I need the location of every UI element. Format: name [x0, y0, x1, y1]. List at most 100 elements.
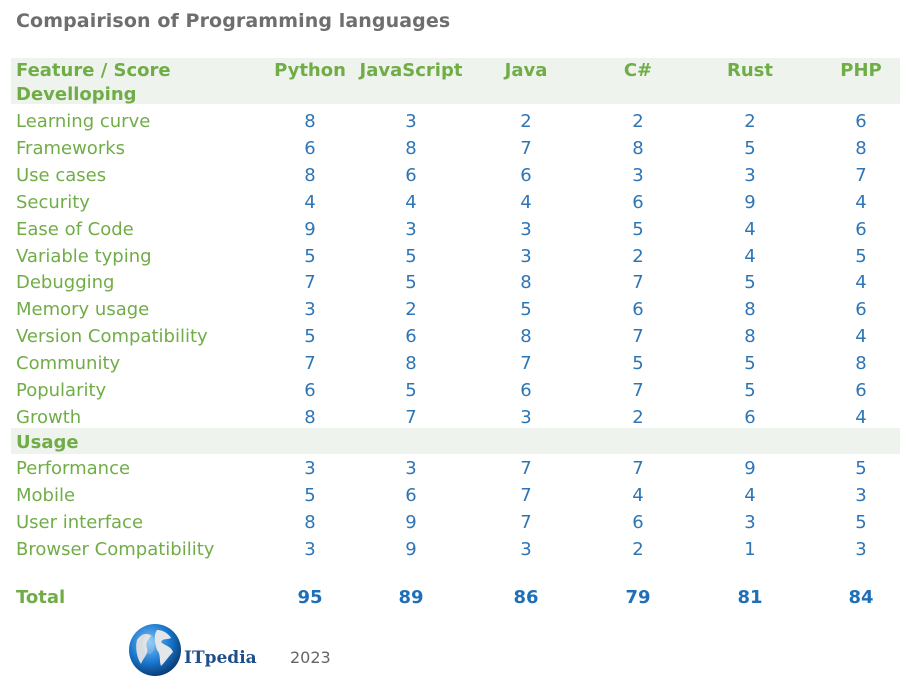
score-csharp: 7 — [632, 380, 644, 401]
feature-label: Version Compatibility — [16, 326, 208, 348]
score-rust: 6 — [744, 406, 756, 428]
score-rust: 5 — [744, 137, 756, 159]
feature-score-header: Feature / Score — [16, 60, 171, 81]
score-csharp: 2 — [632, 406, 644, 428]
feature-label: Frameworks — [16, 137, 126, 159]
table-row: User interface 8 9 7 6 3 5 — [0, 509, 900, 536]
feature-label: User interface — [16, 511, 144, 533]
score-java: 7 — [520, 458, 532, 479]
score-javascript: 6 — [405, 326, 417, 348]
score-python: 6 — [304, 137, 316, 159]
table-row: Variable typing 5 5 3 2 4 5 — [0, 243, 900, 270]
globe-icon — [127, 622, 187, 678]
score-java: 3 — [520, 406, 532, 428]
score-javascript: 6 — [405, 164, 417, 186]
score-rust: 5 — [744, 380, 756, 401]
score-python: 3 — [304, 299, 316, 321]
table-row: Growth 8 7 3 2 6 4 — [0, 404, 900, 431]
feature-label: Variable typing — [16, 245, 152, 267]
table-row: Version Compatibility 5 6 8 7 8 4 — [0, 323, 900, 350]
score-php: 5 — [855, 245, 867, 267]
score-javascript: 8 — [405, 137, 417, 159]
score-python: 7 — [304, 272, 316, 294]
score-csharp: 2 — [632, 245, 644, 267]
section-heading-develloping: Develloping — [0, 81, 900, 108]
table-row: Security 4 4 4 6 9 4 — [0, 189, 900, 216]
total-python: 95 — [297, 587, 323, 608]
section-label: Usage — [16, 432, 79, 453]
score-java: 6 — [520, 164, 532, 186]
score-csharp: 7 — [632, 326, 644, 348]
score-python: 8 — [304, 111, 316, 132]
score-php: 8 — [855, 353, 867, 375]
table-row: Performance 3 3 7 7 9 5 — [0, 455, 900, 482]
score-java: 8 — [520, 272, 532, 294]
score-java: 7 — [520, 353, 532, 375]
score-csharp: 6 — [632, 299, 644, 321]
score-python: 4 — [304, 191, 316, 213]
score-rust: 5 — [744, 353, 756, 375]
score-javascript: 2 — [405, 299, 417, 321]
score-java: 3 — [520, 538, 532, 560]
table-row: Community 7 8 7 5 5 8 — [0, 350, 900, 377]
score-javascript: 4 — [405, 191, 417, 213]
score-php: 4 — [855, 406, 867, 428]
score-rust: 8 — [744, 326, 756, 348]
score-python: 6 — [304, 380, 316, 401]
score-csharp: 7 — [632, 458, 644, 479]
total-php: 84 — [848, 587, 874, 608]
column-header-javascript: JavaScript — [359, 60, 463, 81]
feature-label: Growth — [16, 406, 82, 428]
score-javascript: 5 — [405, 245, 417, 267]
table-row: Memory usage 3 2 5 6 8 6 — [0, 296, 900, 323]
page-title: Compairison of Programming languages — [16, 10, 451, 32]
score-java: 3 — [520, 218, 532, 240]
score-javascript: 3 — [405, 458, 417, 479]
table-row: Learning curve 8 3 2 2 2 6 — [0, 108, 900, 135]
score-rust: 3 — [744, 511, 756, 533]
score-python: 9 — [304, 218, 316, 240]
section-heading-usage: Usage — [0, 429, 900, 456]
feature-label: Ease of Code — [16, 218, 134, 240]
score-rust: 4 — [744, 245, 756, 267]
score-javascript: 9 — [405, 538, 417, 560]
score-php: 4 — [855, 272, 867, 294]
score-php: 7 — [855, 164, 867, 186]
itpedia-logo-text: ITpedia — [184, 648, 257, 668]
total-row: Total 95 89 86 79 81 84 — [0, 584, 900, 611]
score-python: 8 — [304, 511, 316, 533]
feature-label: Browser Compatibility — [16, 538, 215, 560]
total-javascript: 89 — [398, 587, 424, 608]
score-rust: 8 — [744, 299, 756, 321]
score-php: 3 — [855, 484, 867, 506]
score-rust: 5 — [744, 272, 756, 294]
total-rust: 81 — [737, 587, 763, 608]
total-csharp: 79 — [625, 587, 651, 608]
score-php: 6 — [855, 380, 867, 401]
feature-label: Debugging — [16, 272, 115, 294]
score-python: 5 — [304, 484, 316, 506]
score-rust: 9 — [744, 191, 756, 213]
column-header-java: Java — [504, 60, 548, 81]
score-javascript: 6 — [405, 484, 417, 506]
feature-label: Memory usage — [16, 299, 150, 321]
feature-label: Mobile — [16, 484, 76, 506]
score-javascript: 9 — [405, 511, 417, 533]
score-javascript: 7 — [405, 406, 417, 428]
table-row: Popularity 6 5 6 7 5 6 — [0, 377, 900, 404]
score-php: 4 — [855, 191, 867, 213]
score-javascript: 3 — [405, 111, 417, 132]
score-csharp: 5 — [632, 353, 644, 375]
score-javascript: 5 — [405, 380, 417, 401]
score-csharp: 5 — [632, 218, 644, 240]
score-java: 8 — [520, 326, 532, 348]
score-rust: 1 — [744, 538, 756, 560]
column-header-rust: Rust — [727, 60, 773, 81]
feature-label: Community — [16, 353, 121, 375]
score-php: 5 — [855, 458, 867, 479]
column-header-php: PHP — [840, 60, 882, 81]
score-python: 3 — [304, 458, 316, 479]
score-php: 5 — [855, 511, 867, 533]
score-csharp: 7 — [632, 272, 644, 294]
score-php: 8 — [855, 137, 867, 159]
